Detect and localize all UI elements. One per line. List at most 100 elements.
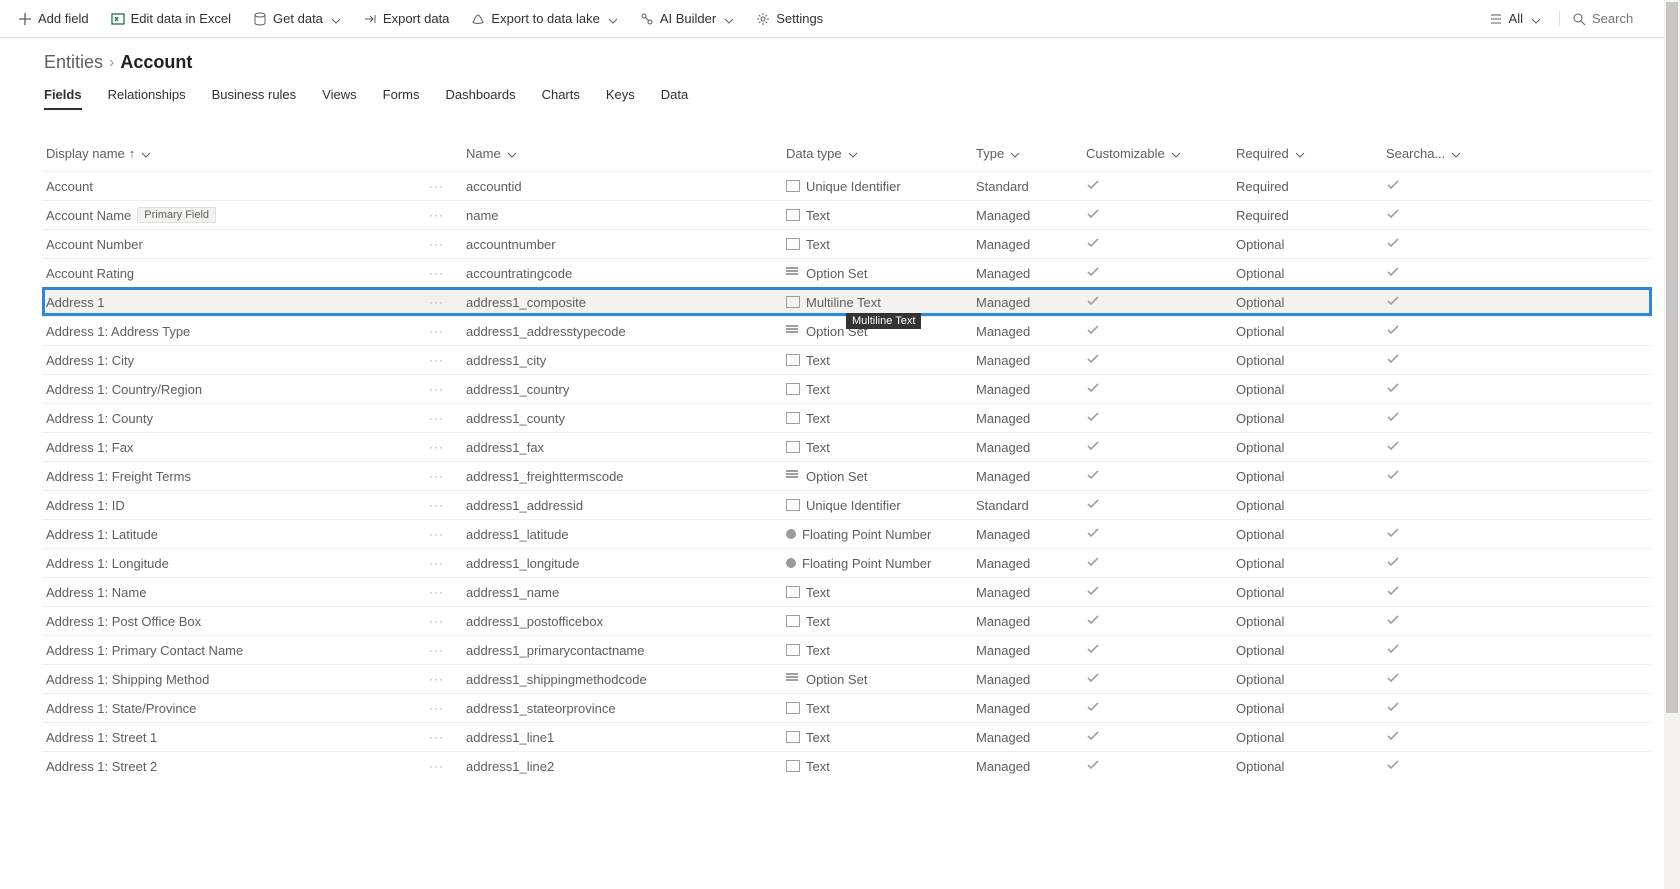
name-cell: address1_postofficebox	[466, 614, 786, 629]
text-icon	[786, 441, 800, 453]
tab-forms[interactable]: Forms	[383, 87, 420, 110]
required-cell: Optional	[1236, 411, 1386, 426]
tab-views[interactable]: Views	[322, 87, 356, 110]
row-more-button[interactable]: ···	[429, 237, 444, 251]
row-more-button[interactable]: ···	[429, 527, 444, 541]
row-more-button[interactable]: ···	[429, 324, 444, 338]
row-more-button[interactable]: ···	[429, 411, 444, 425]
ai-builder-button[interactable]: AI Builder	[630, 5, 744, 32]
datatype-cell: Unique Identifier	[806, 498, 901, 513]
table-row[interactable]: Address 1: Street 2···address1_line2Text…	[42, 751, 1652, 780]
table-row[interactable]: Address 1: Shipping Method···address1_sh…	[42, 664, 1652, 693]
export-data-button[interactable]: Export data	[353, 5, 460, 32]
scrollbar-thumb[interactable]	[1666, 2, 1678, 713]
search-box[interactable]	[1559, 11, 1672, 26]
table-row[interactable]: Account Number···accountnumberTextManage…	[42, 229, 1652, 258]
required-cell: Optional	[1236, 382, 1386, 397]
export-lake-button[interactable]: Export to data lake	[461, 5, 627, 32]
table-row[interactable]: Address 1: Fax···address1_faxTextManaged…	[42, 432, 1652, 461]
tab-relationships[interactable]: Relationships	[108, 87, 186, 110]
table-row[interactable]: Address 1: Freight Terms···address1_frei…	[42, 461, 1652, 490]
type-cell: Managed	[976, 672, 1086, 687]
col-data-type[interactable]: Data type	[786, 146, 976, 161]
row-more-button[interactable]: ···	[429, 498, 444, 512]
col-type[interactable]: Type	[976, 146, 1086, 161]
table-row[interactable]: Address 1: Longitude···address1_longitud…	[42, 548, 1652, 577]
table-row[interactable]: Account Rating···accountratingcodeOption…	[42, 258, 1652, 287]
tab-business-rules[interactable]: Business rules	[212, 87, 297, 110]
table-row[interactable]: Address 1: Primary Contact Name···addres…	[42, 635, 1652, 664]
searchable-cell	[1386, 642, 1466, 659]
tab-charts[interactable]: Charts	[542, 87, 580, 110]
row-more-button[interactable]: ···	[429, 672, 444, 686]
table-row[interactable]: Address 1: Name···address1_nameTextManag…	[42, 577, 1652, 606]
table-row[interactable]: Address 1: Post Office Box ··· address1_po…	[42, 606, 1652, 635]
search-input[interactable]	[1592, 11, 1672, 26]
row-more-button[interactable]: ···	[429, 179, 444, 193]
table-row[interactable]: Address 1: County···address1_countyTextM…	[42, 403, 1652, 432]
col-name[interactable]: Name	[466, 146, 786, 161]
col-required[interactable]: Required	[1236, 146, 1386, 161]
required-cell: Optional	[1236, 469, 1386, 484]
col-customizable[interactable]: Customizable	[1086, 146, 1236, 161]
get-data-label: Get data	[273, 11, 323, 26]
table-row[interactable]: Address 1: State/Province···address1_sta…	[42, 693, 1652, 722]
row-more-button[interactable]: ···	[429, 295, 444, 309]
table-row[interactable]: Address 1: Country/Region···address1_cou…	[42, 374, 1652, 403]
row-more-button[interactable]: ···	[429, 585, 444, 599]
row-more-button[interactable]: ···	[429, 614, 444, 628]
row-more-button[interactable]: ···	[429, 759, 444, 773]
datatype-cell: Option Set	[806, 266, 867, 281]
table-row[interactable]: Account···accountidUnique IdentifierStan…	[42, 171, 1652, 200]
customizable-cell	[1086, 323, 1236, 340]
tab-fields[interactable]: Fields	[44, 87, 82, 110]
breadcrumb-root[interactable]: Entities	[44, 52, 103, 73]
row-more-button[interactable]: ···	[429, 382, 444, 396]
get-data-button[interactable]: Get data	[243, 5, 351, 32]
table-row[interactable]: Address 1: Latitude···address1_latitudeF…	[42, 519, 1652, 548]
display-name-cell: Address 1: Fax	[46, 440, 133, 455]
text-icon	[786, 760, 800, 772]
row-more-button[interactable]: ···	[429, 556, 444, 570]
table-row[interactable]: Address 1: City···address1_cityTextManag…	[42, 345, 1652, 374]
tab-data[interactable]: Data	[661, 87, 688, 110]
row-more-button[interactable]: ···	[429, 730, 444, 744]
tab-keys[interactable]: Keys	[606, 87, 635, 110]
table-row[interactable]: Address 1: Address Type···address1_addre…	[42, 316, 1652, 345]
customizable-cell	[1086, 526, 1236, 543]
row-more-button[interactable]: ···	[429, 353, 444, 367]
table-row[interactable]: Address 1: Street 1···address1_line1Text…	[42, 722, 1652, 751]
customizable-cell	[1086, 468, 1236, 485]
searchable-cell	[1386, 613, 1466, 630]
export-icon	[363, 12, 377, 26]
table-row[interactable]: Address 1: ID···address1_addressidUnique…	[42, 490, 1652, 519]
row-more-button[interactable]: ···	[429, 469, 444, 483]
table-row[interactable]: Account NamePrimary Field···nameTextMana…	[42, 200, 1652, 229]
type-cell: Managed	[976, 324, 1086, 339]
add-field-button[interactable]: Add field	[8, 5, 99, 32]
row-more-button[interactable]: ···	[429, 440, 444, 454]
col-display-name[interactable]: Display name ↑	[46, 146, 466, 161]
vertical-scrollbar[interactable]	[1664, 0, 1680, 889]
display-name-cell: Address 1: Post Office Box	[46, 614, 201, 629]
edit-excel-button[interactable]: Edit data in Excel	[101, 5, 241, 32]
text-icon	[786, 209, 800, 221]
table-row[interactable]: Address 1···address1_compositeMultiline …	[42, 287, 1652, 316]
row-more-button[interactable]: ···	[429, 208, 444, 222]
row-more-button[interactable]: ···	[429, 266, 444, 280]
settings-button[interactable]: Settings	[746, 5, 833, 32]
name-cell: address1_longitude	[466, 556, 786, 571]
text-icon	[786, 238, 800, 250]
tab-dashboards[interactable]: Dashboards	[445, 87, 515, 110]
type-cell: Managed	[976, 527, 1086, 542]
datalake-icon	[471, 12, 485, 26]
searchable-cell	[1386, 352, 1466, 369]
view-filter-button[interactable]: All	[1479, 5, 1551, 32]
col-searchable[interactable]: Searcha...	[1386, 146, 1466, 161]
row-more-button[interactable]: ···	[429, 701, 444, 715]
ai-icon	[640, 12, 654, 26]
searchable-cell	[1386, 410, 1466, 427]
display-name-cell: Address 1: Freight Terms	[46, 469, 191, 484]
text-icon	[786, 499, 800, 511]
row-more-button[interactable]: ···	[429, 643, 444, 657]
